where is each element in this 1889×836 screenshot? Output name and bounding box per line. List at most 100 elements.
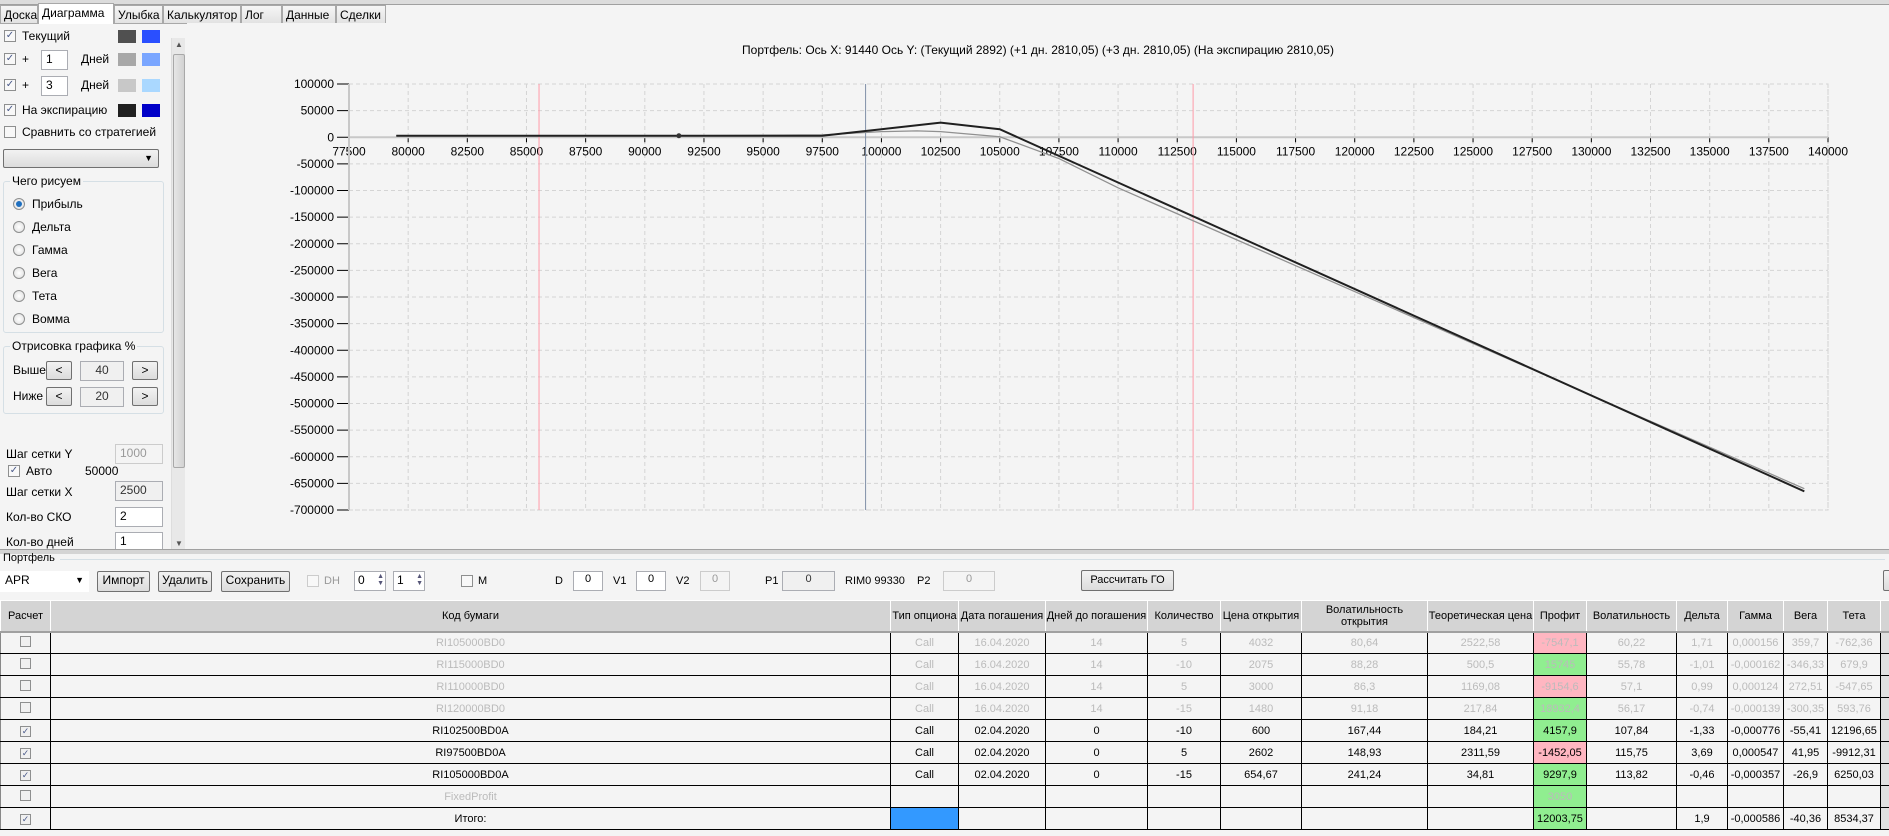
table-cell[interactable]: Call xyxy=(890,697,959,720)
column-header[interactable]: Дата погашения xyxy=(958,600,1046,633)
table-cell[interactable]: 80,64 xyxy=(1301,631,1428,654)
table-cell[interactable]: 107,84 xyxy=(1586,719,1677,742)
table-cell[interactable]: 0 xyxy=(1045,741,1148,764)
p2-input[interactable]: 0 xyxy=(943,571,995,591)
spin-0[interactable]: 0 ▲ ▼ xyxy=(354,571,386,591)
table-cell[interactable]: 2311,59 xyxy=(1427,741,1534,764)
day1-input[interactable]: 1 xyxy=(41,50,68,70)
table-cell[interactable]: 16.04.2020 xyxy=(958,631,1046,654)
row-action-button[interactable] xyxy=(1880,697,1889,720)
table-cell[interactable]: -0,74 xyxy=(1676,697,1728,720)
table-cell[interactable]: 1,9 xyxy=(1676,807,1728,830)
tab-board[interactable]: Доска xyxy=(0,5,38,23)
table-cell[interactable] xyxy=(890,807,959,830)
calc-checkbox[interactable] xyxy=(20,657,31,669)
spin-1[interactable]: 1 ▲ ▼ xyxy=(393,571,425,591)
calc-checkbox[interactable]: ✓ xyxy=(20,725,31,737)
row-action-button[interactable] xyxy=(1880,631,1889,654)
portfolio-select[interactable]: APR ▼ xyxy=(0,571,89,592)
column-header[interactable]: Цена открытия xyxy=(1220,600,1302,633)
table-cell[interactable]: Call xyxy=(890,763,959,786)
table-cell[interactable]: 0 xyxy=(1045,763,1148,786)
profit-cell[interactable]: 15745 xyxy=(1533,653,1587,676)
table-cell[interactable]: 57,1 xyxy=(1586,675,1677,698)
above-increase-button[interactable]: > xyxy=(132,361,158,380)
strategy-select[interactable]: ▼ xyxy=(3,149,159,168)
table-row[interactable]: RI120000BD0 Call 16.04.2020 14 -15 1480 91,18 2… xyxy=(0,697,1889,720)
table-row[interactable]: RI110000BD0 Call 16.04.2020 14 5 3000 86,3 1169… xyxy=(0,675,1889,698)
table-cell[interactable]: 115,75 xyxy=(1586,741,1677,764)
table-cell[interactable]: 14 xyxy=(1045,631,1148,654)
calc-checkbox[interactable] xyxy=(20,701,31,713)
table-cell[interactable]: 1169,08 xyxy=(1427,675,1534,698)
row-action-button[interactable] xyxy=(1880,719,1889,742)
grid-y-input[interactable]: 1000 xyxy=(115,444,163,464)
delete-button[interactable]: Удалить xyxy=(158,571,212,592)
profit-cell[interactable]: -1452,05 xyxy=(1533,741,1587,764)
day3-color-swatch[interactable] xyxy=(118,79,136,92)
calculate-margin-button[interactable]: Рассчитать ГО xyxy=(1081,570,1174,591)
current-alt-color-swatch[interactable] xyxy=(142,30,160,43)
expiry-checkbox[interactable]: ✓ xyxy=(4,104,16,116)
table-cell[interactable]: -547,65 xyxy=(1827,675,1881,698)
profit-cell[interactable]: 9297,9 xyxy=(1533,763,1587,786)
table-cell[interactable]: 359,7 xyxy=(1783,631,1828,654)
right-edge-button[interactable] xyxy=(1883,570,1889,591)
table-row[interactable]: FixedProfit 3050 xyxy=(0,785,1889,808)
compare-checkbox[interactable] xyxy=(4,126,16,138)
expiry-color-swatch[interactable] xyxy=(118,104,136,117)
scrollbar-thumb[interactable] xyxy=(173,54,185,468)
table-cell[interactable]: 86,3 xyxy=(1301,675,1428,698)
table-cell[interactable]: RI105000BD0 xyxy=(50,631,891,654)
table-cell[interactable]: -1,01 xyxy=(1676,653,1728,676)
table-cell[interactable]: 500,5 xyxy=(1427,653,1534,676)
column-header[interactable]: Тип опциона xyxy=(890,600,959,633)
table-row[interactable]: ✓ Итого: 12003,75 1,9 -0,000586 -40,36 8534,37 xyxy=(0,807,1889,830)
table-row[interactable]: RI115000BD0 Call 16.04.2020 14 -10 2075 88,28 5… xyxy=(0,653,1889,676)
day3-alt-color-swatch[interactable] xyxy=(142,79,160,92)
table-cell[interactable]: 02.04.2020 xyxy=(958,741,1046,764)
table-cell[interactable]: -9912,31 xyxy=(1827,741,1881,764)
table-cell[interactable] xyxy=(1147,785,1221,808)
day1-alt-color-swatch[interactable] xyxy=(142,53,160,66)
table-cell[interactable]: 600 xyxy=(1220,719,1302,742)
table-cell[interactable]: Call xyxy=(890,675,959,698)
table-cell[interactable]: 1480 xyxy=(1220,697,1302,720)
table-cell[interactable]: 8534,37 xyxy=(1827,807,1881,830)
table-cell[interactable]: 113,82 xyxy=(1586,763,1677,786)
radio-theta[interactable] xyxy=(13,290,25,302)
column-header[interactable]: Количество xyxy=(1147,600,1221,633)
calc-checkbox[interactable]: ✓ xyxy=(20,747,31,759)
table-cell[interactable] xyxy=(1586,807,1677,830)
table-cell[interactable]: -0,000162 xyxy=(1727,653,1784,676)
column-header[interactable]: Дней до погашения xyxy=(1045,600,1148,633)
table-cell[interactable]: 56,17 xyxy=(1586,697,1677,720)
table-cell[interactable]: -346,33 xyxy=(1783,653,1828,676)
table-cell[interactable]: -10 xyxy=(1147,653,1221,676)
column-header[interactable]: Расчет xyxy=(0,600,51,633)
table-cell[interactable]: 16.04.2020 xyxy=(958,653,1046,676)
table-cell[interactable]: 02.04.2020 xyxy=(958,719,1046,742)
table-cell[interactable]: FixedProfit xyxy=(50,785,891,808)
m-checkbox[interactable] xyxy=(461,575,473,587)
table-row[interactable]: RI105000BD0 Call 16.04.2020 14 5 4032 80,64 252… xyxy=(0,631,1889,654)
table-cell[interactable]: 184,21 xyxy=(1427,719,1534,742)
table-cell[interactable]: 3000 xyxy=(1220,675,1302,698)
table-cell[interactable]: 148,93 xyxy=(1301,741,1428,764)
row-action-button[interactable] xyxy=(1880,675,1889,698)
tab-log[interactable]: Лог xyxy=(241,5,282,23)
day1-checkbox[interactable]: ✓ xyxy=(4,53,16,65)
table-cell[interactable]: 0,000156 xyxy=(1727,631,1784,654)
table-cell[interactable]: RI110000BD0 xyxy=(50,675,891,698)
table-cell[interactable]: 02.04.2020 xyxy=(958,763,1046,786)
table-cell[interactable]: 14 xyxy=(1045,697,1148,720)
table-cell[interactable] xyxy=(958,785,1046,808)
day3-checkbox[interactable]: ✓ xyxy=(4,79,16,91)
spin-arrows-icon[interactable]: ▲ ▼ xyxy=(416,573,423,587)
calc-checkbox[interactable]: ✓ xyxy=(20,813,31,825)
column-header[interactable]: Вега xyxy=(1783,600,1828,633)
tab-deals[interactable]: Сделки xyxy=(336,5,386,23)
table-row[interactable]: ✓ RI102500BD0A Call 02.04.2020 0 -10 600 167,44… xyxy=(0,719,1889,742)
table-cell[interactable]: 217,84 xyxy=(1427,697,1534,720)
radio-vomma[interactable] xyxy=(13,313,25,325)
